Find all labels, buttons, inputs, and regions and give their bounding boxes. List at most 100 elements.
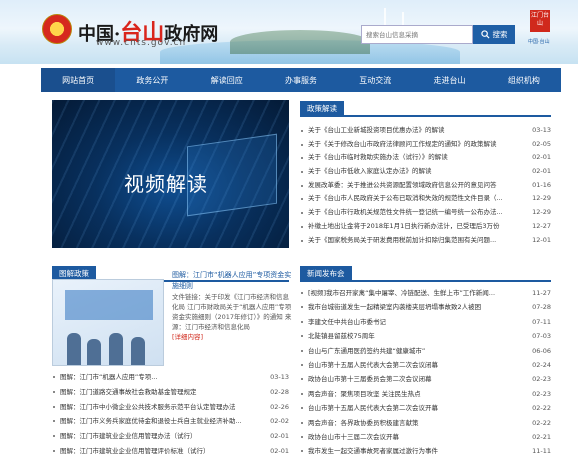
list-item-title[interactable]: 图解：江门市“机器人应用”专项... xyxy=(60,370,263,385)
main-nav: 网站首页 政务公开 解读回应 办事服务 互动交流 走进台山 组织机构 xyxy=(41,68,561,92)
list-item[interactable]: 图解：江门市建筑业企业信用管理评价标准（试行） 02-01 xyxy=(52,443,289,459)
list-item[interactable]: 图解：江门市建筑业企业信用管理办法（试行） 02-01 xyxy=(52,429,289,444)
list-item-title[interactable]: 发展改革委：关于推进公共资源配置领域政府信息公开的意见问答 xyxy=(308,179,525,193)
list-item-date: 03-13 xyxy=(529,124,551,138)
list-item-date: 07-28 xyxy=(529,300,551,315)
list-item[interactable]: 图解：江门市中小微企业公共技术服务示范平台认定管理办法 02-26 xyxy=(52,399,289,415)
list-item-title[interactable]: 李建文任中共台山市委书记 xyxy=(308,315,525,329)
nav-organization[interactable]: 组织机构 xyxy=(487,68,561,92)
nav-home[interactable]: 网站首页 xyxy=(41,68,116,92)
list-item-date: 02-05 xyxy=(529,137,551,152)
nav-services[interactable]: 办事服务 xyxy=(264,68,338,92)
list-item-date: 02-01 xyxy=(529,151,551,166)
list-item-title[interactable]: 关于《台山工业新城投资项目优惠办法》的解读 xyxy=(308,124,525,138)
list-item-title[interactable]: 图解：江门市建筑业企业信用管理评价标准（试行） xyxy=(60,444,263,459)
list-item-date: 03-13 xyxy=(267,370,289,385)
national-emblem-icon: ★ xyxy=(42,14,72,44)
list-item-title[interactable]: 台山市第十五届人民代表大会第二次会议开幕 xyxy=(308,401,525,415)
list-item[interactable]: 图解：江门市义务兵家庭优待金和退役士兵自主就业经济补助... 02-02 xyxy=(52,414,289,430)
list-item[interactable]: 两会声音：聚焦项目攻坚 关注民生热点 02-23 xyxy=(300,386,551,402)
illustrated-feature-title[interactable]: 图解：江门市“机器人应用”专项资金实施细则 xyxy=(172,270,292,292)
list-item-date: 12-29 xyxy=(529,192,551,207)
list-item[interactable]: 发展改革委：关于推进公共资源配置领域政府信息公开的意见问答 01-16 xyxy=(300,178,551,193)
list-item[interactable]: 图解：江门道路交通事故社会救助基金管理规定 02-28 xyxy=(52,384,289,400)
search-button[interactable]: 搜索 xyxy=(473,25,515,44)
list-item-title[interactable]: 台山与广东通用医药签约共建“健康城市” xyxy=(308,344,525,358)
search-input[interactable] xyxy=(361,25,473,44)
list-item-title[interactable]: [视频]我市召开家禽“集中屠宰、冷链配送、生鲜上市”工作新闻... xyxy=(308,286,525,300)
list-item-title[interactable]: 图解：江门道路交通事故社会救助基金管理规定 xyxy=(60,385,263,400)
list-item-title[interactable]: 图解：江门市义务兵家庭优待金和退役士兵自主就业经济补助... xyxy=(60,414,263,429)
list-item-date: 07-03 xyxy=(529,329,551,344)
search-icon xyxy=(480,30,490,39)
list-item[interactable]: 台山与广东通用医药签约共建“健康城市” 06-06 xyxy=(300,343,551,358)
list-item-title[interactable]: 关于《关于修改台山市政府法律顾问工作规定的通知》的政策解读 xyxy=(308,138,525,152)
list-item[interactable]: 政协台山市第十三届委员会第二次会议闭幕 02-23 xyxy=(300,372,551,387)
list-item-title[interactable]: 关于《台山市临时救助实施办法（试行）》的解读 xyxy=(308,151,525,165)
list-item[interactable]: 两会声音：各界政协委员积极建言献策 02-22 xyxy=(300,415,551,430)
list-item[interactable]: 我市发生一起交通事故死者家属过激行为事件 11-11 xyxy=(300,444,551,459)
list-item-date: 07-11 xyxy=(529,314,551,330)
list-item-title[interactable]: 关于《国家税务局关于研发费用税前加计扣除归集范围有关问题... xyxy=(308,234,525,248)
policy-section-header: 政策解读 xyxy=(300,101,551,117)
detail-link[interactable]: [详细内容] xyxy=(172,333,203,341)
nav-about-taishan[interactable]: 走进台山 xyxy=(412,68,486,92)
list-item-title[interactable]: 北陡镇县留兹校75周年 xyxy=(308,329,525,343)
list-item[interactable]: 关于《台山市行政机关规范性文件统一登记统一编号统一公布办法... 12-29 xyxy=(300,206,551,220)
nav-interaction[interactable]: 互动交流 xyxy=(338,68,412,92)
list-item-title[interactable]: 图解：江门市中小微企业公共技术服务示范平台认定管理办法 xyxy=(60,400,263,415)
list-item[interactable]: 台山市第十五届人民代表大会第二次会议闭幕 02-24 xyxy=(300,357,551,373)
list-item-date: 02-01 xyxy=(267,443,289,459)
list-item-title[interactable]: 政协台山市第十三届委员会第二次会议闭幕 xyxy=(308,372,525,386)
news-section-header: 新闻发布会 xyxy=(300,266,551,282)
list-item[interactable]: 政协台山市十三届二次会议开幕 02-21 xyxy=(300,429,551,445)
list-item-date: 06-06 xyxy=(529,343,551,358)
tab-policy-interpretation[interactable]: 政策解读 xyxy=(300,101,344,117)
list-item[interactable]: 关于《台山市低收入家庭认定办法》的解读 02-01 xyxy=(300,165,551,179)
list-item[interactable]: 关于《台山工业新城投资项目优惠办法》的解读 03-13 xyxy=(300,124,551,138)
list-item[interactable]: 图解：江门市“机器人应用”专项... 03-13 xyxy=(52,370,289,385)
list-item-title[interactable]: 我市发生一起交通事故死者家属过激行为事件 xyxy=(308,444,525,458)
list-item[interactable]: 关于《国家税务局关于研发费用税前加计扣除归集范围有关问题... 12-01 xyxy=(300,233,551,248)
nav-interpretation[interactable]: 解读回应 xyxy=(190,68,264,92)
tab-press-conference[interactable]: 新闻发布会 xyxy=(300,266,352,282)
video-interpretation-banner[interactable]: 视频解读 xyxy=(52,100,289,248)
list-item-title[interactable]: 图解：江门市建筑业企业信用管理办法（试行） xyxy=(60,429,263,444)
list-item-title[interactable]: 关于《台山市行政机关规范性文件统一登记统一编号统一公布办法... xyxy=(308,206,525,220)
list-item-title[interactable]: 两会声音：聚焦项目攻坚 关注民生热点 xyxy=(308,387,525,401)
list-item-title[interactable]: 关于《台山市人民政府关于公布已取消和失效的规范性文件目录（... xyxy=(308,192,525,206)
list-item-title[interactable]: 台山市第十五届人民代表大会第二次会议闭幕 xyxy=(308,358,525,372)
list-item[interactable]: 关于《关于修改台山市政府法律顾问工作规定的通知》的政策解读 02-05 xyxy=(300,137,551,152)
nav-gov-affairs[interactable]: 政务公开 xyxy=(115,68,189,92)
list-item[interactable]: 李建文任中共台山市委书记 07-11 xyxy=(300,314,551,330)
list-item-title[interactable]: 补缴土地出让金将于2018年1月1日执行新办法计，已受理后3万份 xyxy=(308,220,525,234)
list-item-title[interactable]: 我市台城街道发生一起精梁室内袭楼夹层坍塌事故致2人被困 xyxy=(308,300,525,314)
illustrated-feature-body: 文件链接：关于印发《江门市经济和信息化局 江门市财政局关于“机器人应用”专项资金… xyxy=(172,293,292,331)
list-item-date: 02-24 xyxy=(529,357,551,373)
search-button-label: 搜索 xyxy=(492,30,508,39)
list-item[interactable]: [视频]我市召开家禽“集中屠宰、冷链配送、生鲜上市”工作新闻... 11-27 xyxy=(300,286,551,301)
list-item-date: 01-16 xyxy=(529,178,551,193)
list-item-title[interactable]: 两会声音：各界政协委员积极建言献策 xyxy=(308,416,525,430)
list-item[interactable]: 关于《台山市人民政府关于公布已取消和失效的规范性文件目录（... 12-29 xyxy=(300,192,551,207)
list-item-date: 02-23 xyxy=(529,372,551,387)
list-item-date: 02-21 xyxy=(529,429,551,445)
list-item[interactable]: 北陡镇县留兹校75周年 07-03 xyxy=(300,329,551,344)
illustrated-feature-text: 图解：江门市“机器人应用”专项资金实施细则 文件链接：关于印发《江门市经济和信息… xyxy=(172,270,292,342)
list-item-title[interactable]: 政协台山市十三届二次会议开幕 xyxy=(308,430,525,444)
list-item-date: 11-11 xyxy=(529,444,551,459)
video-caption: 视频解读 xyxy=(124,172,208,196)
island-banner-graphic xyxy=(230,30,370,54)
list-item[interactable]: 我市台城街道发生一起精梁室内袭楼夹层坍塌事故致2人被困 07-28 xyxy=(300,300,551,315)
list-item-date: 11-27 xyxy=(529,286,551,301)
list-item-date: 02-01 xyxy=(529,165,551,179)
illustrated-feature-image[interactable] xyxy=(52,279,164,366)
list-item-title[interactable]: 关于《台山市低收入家庭认定办法》的解读 xyxy=(308,165,525,179)
list-item[interactable]: 补缴土地出让金将于2018年1月1日执行新办法计，已受理后3万份 12-27 xyxy=(300,219,551,234)
list-item-date: 12-01 xyxy=(529,233,551,248)
site-url: www.cnts.gov.cn xyxy=(96,38,187,48)
list-item[interactable]: 台山市第十五届人民代表大会第二次会议开幕 02-22 xyxy=(300,401,551,416)
list-item-date: 02-22 xyxy=(529,415,551,430)
list-item-date: 02-28 xyxy=(267,384,289,400)
list-item[interactable]: 关于《台山市临时救助实施办法（试行）》的解读 02-01 xyxy=(300,151,551,166)
